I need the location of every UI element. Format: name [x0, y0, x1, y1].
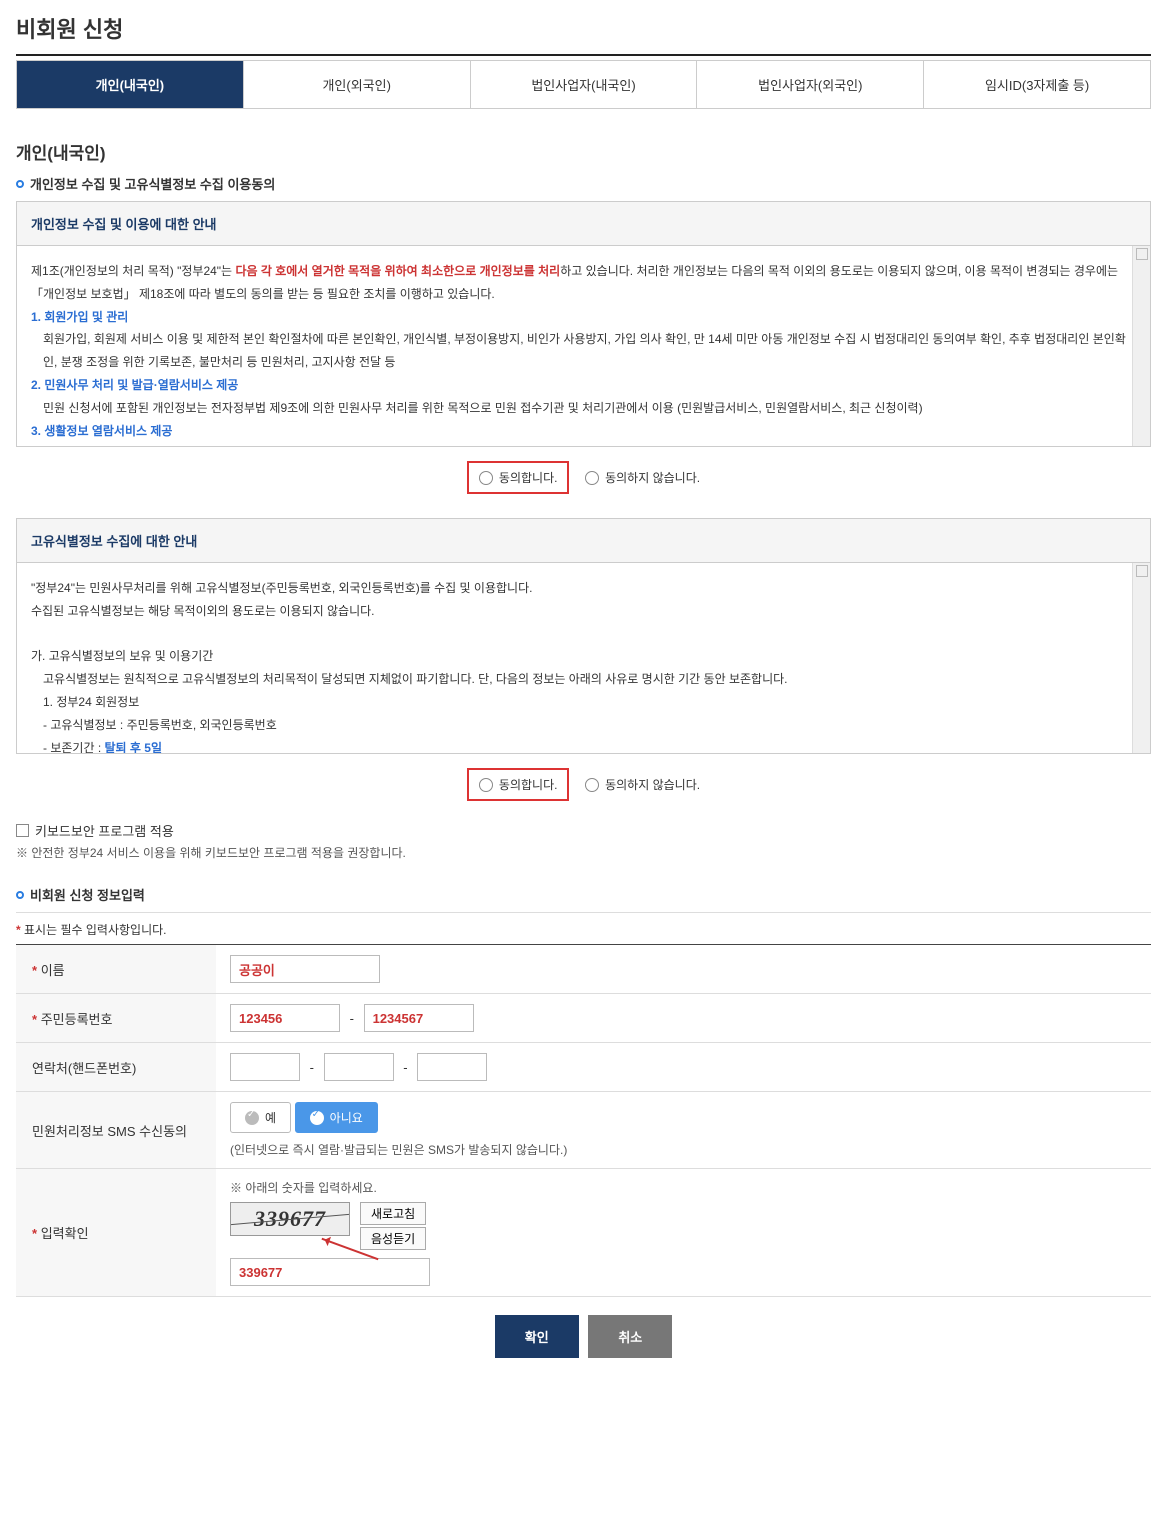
agree-no-label: 동의하지 않습니다. [605, 469, 700, 486]
check-icon [310, 1111, 324, 1125]
tab-personal-foreign[interactable]: 개인(외국인) [244, 61, 471, 108]
radio-icon [585, 471, 599, 485]
consent-heading: 개인정보 수집 및 고유식별정보 수집 이용동의 [16, 174, 1151, 193]
rrn-label: * 주민등록번호 [16, 994, 216, 1043]
agree-yes-label: 동의합니다. [499, 469, 558, 486]
uid-panel: 고유식별정보 수집에 대한 안내 "정부24"는 민원사무처리를 위해 고유식별… [16, 518, 1151, 754]
button-row: 확인 취소 [16, 1297, 1151, 1388]
bullet-icon [16, 891, 24, 899]
info-heading-text: 비회원 신청 정보입력 [30, 885, 145, 904]
agree-yes-label: 동의합니다. [499, 776, 558, 793]
divider [16, 912, 1151, 913]
uid-panel-title: 고유식별정보 수집에 대한 안내 [17, 519, 1150, 563]
agree1-yes[interactable]: 동의합니다. [467, 461, 570, 494]
p1-b3: 정부24 회원의 경우, 전자정부법 제9조의2에 의한 본인의 생활정보 열람 [31, 442, 1134, 446]
p2-l2: 수집된 고유식별정보는 해당 목적이외의 용도로는 이용되지 않습니다. [31, 600, 1134, 623]
bullet-icon [16, 180, 24, 188]
submit-button[interactable]: 확인 [495, 1315, 579, 1358]
p1-b2: 민원 신청서에 포함된 개인정보는 전자정부법 제9조에 의한 민원사무 처리를… [31, 397, 1134, 420]
sms-note: (인터넷으로 즉시 열람·발급되는 민원은 SMS가 발송되지 않습니다.) [230, 1141, 1137, 1158]
scrollbar[interactable] [1132, 563, 1150, 753]
phone-label: 연락처(핸드폰번호) [16, 1043, 216, 1092]
captcha-image: 339677 [230, 1202, 350, 1236]
tab-corp-domestic[interactable]: 법인사업자(내국인) [471, 61, 698, 108]
agree2-yes[interactable]: 동의합니다. [467, 768, 570, 801]
p1-em: 다음 각 호에서 열거한 목적을 위하여 최소한으로 개인정보를 처리 [235, 264, 560, 278]
cancel-button[interactable]: 취소 [588, 1315, 672, 1358]
keyboard-security-note: ※ 안전한 정부24 서비스 이용을 위해 키보드보안 프로그램 적용을 권장합… [16, 844, 1151, 861]
keyboard-security-label: 키보드보안 프로그램 적용 [35, 821, 174, 840]
radio-icon [479, 778, 493, 792]
agree2-no[interactable]: 동의하지 않습니다. [585, 776, 700, 793]
rrn-input-1[interactable] [230, 1004, 340, 1032]
uid-panel-body[interactable]: "정부24"는 민원사무처리를 위해 고유식별정보(주민등록번호, 외국인등록번… [17, 563, 1150, 753]
divider [16, 54, 1151, 56]
p1-h2: 2. 민원사무 처리 및 발급·열람서비스 제공 [31, 374, 1134, 397]
section-heading: 개인(내국인) [16, 139, 1151, 164]
phone-input-3[interactable] [417, 1053, 487, 1081]
captcha-hint: ※ 아래의 숫자를 입력하세요. [230, 1179, 1137, 1196]
captcha-label: * 입력확인 [16, 1169, 216, 1297]
radio-icon [479, 471, 493, 485]
check-icon [245, 1111, 259, 1125]
captcha-audio-button[interactable]: 음성듣기 [360, 1227, 426, 1250]
phone-input-2[interactable] [324, 1053, 394, 1081]
dash: - [310, 1060, 314, 1075]
keyboard-security-checkbox[interactable] [16, 824, 29, 837]
dash: - [403, 1060, 407, 1075]
name-input[interactable] [230, 955, 380, 983]
p2-l1: "정부24"는 민원사무처리를 위해 고유식별정보(주민등록번호, 외국인등록번… [31, 577, 1134, 600]
p2-l7a: - 보존기간 : [43, 741, 105, 753]
keyboard-security-row: 키보드보안 프로그램 적용 [16, 821, 1151, 840]
rrn-input-2[interactable] [364, 1004, 474, 1032]
p1-b1: 회원가입, 회원제 서비스 이용 및 제한적 본인 확인절차에 따른 본인확인,… [31, 328, 1134, 374]
p2-l5: 1. 정부24 회원정보 [31, 691, 1134, 714]
name-label: * 이름 [16, 945, 216, 994]
agree-row-1: 동의합니다. 동의하지 않습니다. [16, 447, 1151, 512]
info-heading: 비회원 신청 정보입력 [16, 885, 1151, 904]
p1-h1: 1. 회원가입 및 관리 [31, 306, 1134, 329]
p1-text: 제1조(개인정보의 처리 목적) "정부24"는 [31, 264, 235, 278]
tab-personal-domestic[interactable]: 개인(내국인) [17, 61, 244, 108]
captcha-input[interactable] [230, 1258, 430, 1286]
form-table: * 이름 * 주민등록번호 - 연락처(핸드폰번호) - - 민원처리정보 SM… [16, 944, 1151, 1297]
privacy-panel: 개인정보 수집 및 이용에 대한 안내 제1조(개인정보의 처리 목적) "정부… [16, 201, 1151, 447]
sms-no-text: 아니요 [330, 1109, 363, 1126]
radio-icon [585, 778, 599, 792]
consent-heading-text: 개인정보 수집 및 고유식별정보 수집 이용동의 [30, 174, 275, 193]
p2-l4: 고유식별정보는 원칙적으로 고유식별정보의 처리목적이 달성되면 지체없이 파기… [31, 668, 1134, 691]
dash: - [350, 1011, 354, 1026]
captcha-refresh-button[interactable]: 새로고침 [360, 1202, 426, 1225]
agree-row-2: 동의합니다. 동의하지 않습니다. [16, 754, 1151, 819]
tab-corp-foreign[interactable]: 법인사업자(외국인) [697, 61, 924, 108]
agree1-no[interactable]: 동의하지 않습니다. [585, 469, 700, 486]
sms-no-toggle[interactable]: 아니요 [295, 1102, 378, 1133]
p2-l3: 가. 고유식별정보의 보유 및 이용기간 [31, 645, 1134, 668]
agree-no-label: 동의하지 않습니다. [605, 776, 700, 793]
privacy-panel-body[interactable]: 제1조(개인정보의 처리 목적) "정부24"는 다음 각 호에서 열거한 목적… [17, 246, 1150, 446]
required-note: * 표시는 필수 입력사항입니다. [16, 921, 1151, 938]
required-note-text: 표시는 필수 입력사항입니다. [21, 923, 167, 937]
phone-input-1[interactable] [230, 1053, 300, 1081]
privacy-panel-title: 개인정보 수집 및 이용에 대한 안내 [17, 202, 1150, 246]
page-title: 비회원 신청 [16, 12, 1151, 44]
sms-yes-text: 예 [265, 1109, 276, 1126]
tab-bar: 개인(내국인) 개인(외국인) 법인사업자(내국인) 법인사업자(외국인) 임시… [16, 60, 1151, 109]
scrollbar[interactable] [1132, 246, 1150, 446]
p1-h3: 3. 생활정보 열람서비스 제공 [31, 420, 1134, 443]
p2-l6: - 고유식별정보 : 주민등록번호, 외국인등록번호 [31, 714, 1134, 737]
sms-label: 민원처리정보 SMS 수신동의 [16, 1092, 216, 1169]
tab-temp-id[interactable]: 임시ID(3자제출 등) [924, 61, 1150, 108]
sms-yes-toggle[interactable]: 예 [230, 1102, 291, 1133]
p2-l7b: 탈퇴 후 5일 [105, 741, 163, 753]
